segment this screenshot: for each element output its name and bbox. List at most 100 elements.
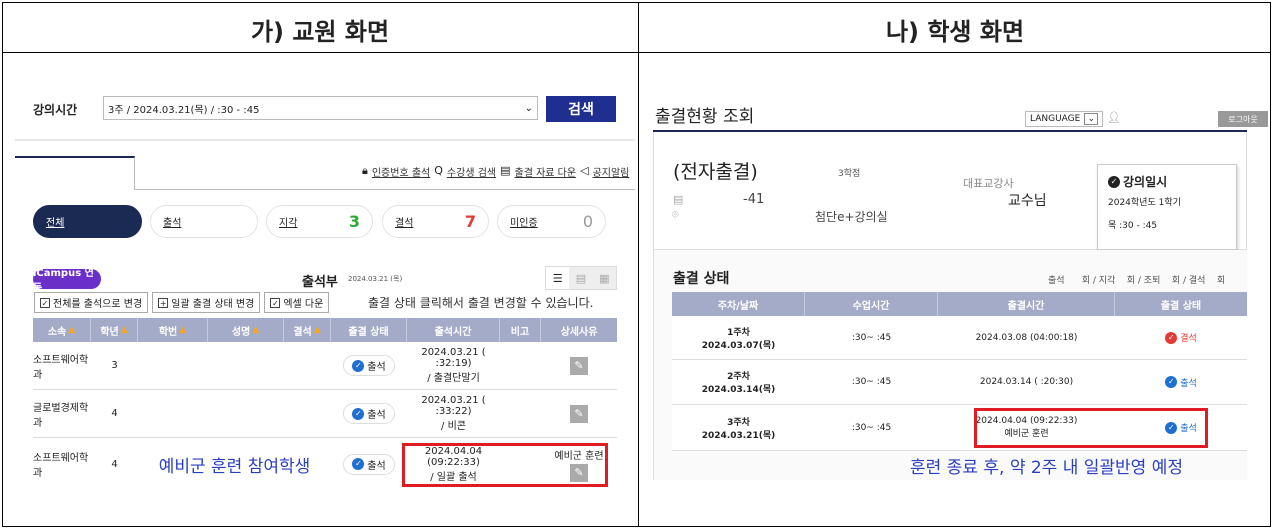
- table-row: 1주차 2024.03.07(목) :30~ :45 2024.03.08 (04…: [672, 316, 1247, 360]
- filter-label: 지각: [279, 218, 298, 229]
- check-circle-icon: ✓: [1165, 331, 1178, 344]
- col-absence[interactable]: 결석 ▲: [284, 318, 331, 342]
- notice-link[interactable]: 공지알림: [593, 164, 630, 179]
- time-cell: 2024.03.21 ( :32:19): [421, 347, 486, 369]
- table-header: 주차/날짜 수업시간 출결시간 출결 상태: [672, 292, 1247, 316]
- checkbox-icon: ✓: [270, 297, 281, 308]
- grade-cell: 4: [111, 408, 118, 419]
- class-time-cell: :30~ :45: [851, 422, 892, 433]
- speaker-icon: ◁: [580, 164, 589, 177]
- check-time-cell: 2024.03.08 (04:00:18): [975, 332, 1078, 343]
- search-label: 강의시간: [33, 103, 78, 117]
- grade-cell: 4: [111, 458, 118, 470]
- annotation-text: 훈련 종료 후, 약 2주 내 일괄반영 예정: [910, 458, 1184, 478]
- course-name: (전자출결): [673, 161, 758, 183]
- bulk-change-button[interactable]: + 일괄 출결 상태 변경: [152, 292, 261, 313]
- plus-icon: +: [158, 297, 169, 308]
- chevron-down-icon: ⌄: [1084, 113, 1098, 125]
- course-room: 첨단e+강의실: [815, 210, 888, 224]
- logout-button[interactable]: 로그아웃: [1218, 111, 1268, 127]
- location-icon: ⌾: [672, 208, 679, 221]
- course-credits: 3학점: [838, 169, 861, 179]
- button-label: 엑셀 다운: [283, 299, 324, 310]
- col-reason: 상세사유: [560, 326, 598, 338]
- download-link[interactable]: 출결 자료 다운: [515, 164, 577, 179]
- divider: [15, 139, 635, 141]
- table-row: 글로벌경제학과 4 ✓ 출석 2024.03.21 ( :33:22) / 비콘 ✎: [33, 390, 617, 438]
- chevron-down-icon: ⌄: [524, 102, 533, 114]
- instructor-label: 대표교강사: [963, 177, 1014, 190]
- col-check-time: 출결시간: [938, 292, 1115, 316]
- annotation-text: 예비군 훈련 참여학생: [158, 456, 311, 477]
- search-button[interactable]: 검색: [546, 96, 616, 122]
- auth-code-link[interactable]: 인증번호 출석: [372, 164, 430, 179]
- attendance-summary: 출석 회 / 지각 회 / 조퇴 회 / 결석 회: [1048, 276, 1226, 286]
- language-select[interactable]: LANGUAGE ⌄: [1025, 111, 1103, 127]
- filter-late[interactable]: 지각 3: [266, 205, 373, 238]
- language-value: LANGUAGE: [1030, 114, 1081, 124]
- filter-all[interactable]: 전체: [33, 205, 142, 238]
- dept-cell: 글로벌경제학과: [33, 402, 89, 429]
- col-status: 출결 상태: [1160, 300, 1202, 312]
- highlight-box: [402, 443, 608, 487]
- filter-label: 결석: [395, 218, 414, 229]
- set-all-present-button[interactable]: ✓ 전체를 출석으로 변경: [34, 292, 149, 313]
- schedule-time: 목 :30 - :45: [1108, 221, 1158, 231]
- col-remark: 비고: [500, 318, 541, 342]
- col-dept[interactable]: 소속 ▲: [33, 318, 91, 342]
- filter-absent[interactable]: 결석 7: [382, 205, 489, 238]
- absent-count: 7: [464, 212, 476, 231]
- pencil-icon[interactable]: ✎: [570, 356, 588, 375]
- filter-unverified[interactable]: 미인증 0: [497, 205, 606, 238]
- check-circle-icon: ✓: [1108, 175, 1120, 188]
- col-class-time: 수업시간: [805, 292, 938, 316]
- action-bar: ✓ 전체를 출석으로 변경 + 일괄 출결 상태 변경 ✓ 엑셀 다운: [34, 292, 330, 313]
- section-title: 출결 상태: [673, 271, 730, 287]
- table-row: 소프트웨어학과 3 ✓ 출석 2024.03.21 ( :32:19) / 출결단말…: [33, 342, 617, 390]
- view-toggle: ☰ ▤ ▦: [545, 266, 617, 290]
- table-row: 2주차 2024.03.14(목) :30~ :45 2024.03.14 ( :…: [672, 360, 1247, 405]
- left-panel-title: 가) 교원 화면: [250, 18, 390, 46]
- lecture-time-select[interactable]: 3주 / 2024.03.21(목) / :30 - :45 ⌄: [103, 96, 538, 120]
- divider: [2, 52, 1271, 53]
- check-circle-icon: ✓: [1165, 376, 1178, 388]
- sheet-title: 출석부: [302, 275, 338, 290]
- toolbar: 🔒︎ 인증번호 출석 Q 수강생 검색 ▤ 출결 자료 다운 ◁ 공지알림: [362, 164, 635, 179]
- hint-text: 출결 상태 클릭해서 출결 변경할 수 있습니다.: [368, 296, 594, 310]
- filter-present[interactable]: 출석: [150, 205, 258, 238]
- status-cell: 출석: [1180, 378, 1197, 389]
- icampus-button[interactable]: iCampus 연동: [33, 268, 101, 294]
- filter-label: 전체: [46, 218, 65, 229]
- instructor-name: 교수님: [1008, 193, 1047, 209]
- tab-active[interactable]: [15, 156, 135, 190]
- document-icon: ▤: [673, 193, 684, 206]
- lock-icon: 🔒︎: [362, 164, 368, 177]
- grade-cell: 3: [111, 360, 118, 371]
- user-icon[interactable]: 👤︎: [1107, 111, 1121, 124]
- status-button[interactable]: ✓ 출석: [343, 355, 395, 376]
- late-count: 3: [348, 212, 360, 231]
- grid-view-icon[interactable]: ▦: [593, 267, 616, 289]
- time-cell: 2024.03.21 ( :33:22): [421, 395, 486, 417]
- filter-label: 미인증: [510, 218, 538, 229]
- schedule-title: 강의일시: [1123, 175, 1168, 189]
- unverified-count: 0: [582, 212, 593, 231]
- col-id[interactable]: 학번 ▲: [138, 318, 208, 342]
- col-grade[interactable]: 학년 ▲: [91, 318, 138, 342]
- check-circle-icon: ✓: [352, 359, 365, 372]
- status-cell: 결석: [1180, 334, 1197, 344]
- col-name[interactable]: 성명 ▲: [208, 318, 284, 342]
- class-time-cell: :30~ :45: [851, 377, 892, 387]
- excel-download-button[interactable]: ✓ 엑셀 다운: [264, 292, 330, 313]
- dept-cell: 소프트웨어학과: [33, 453, 89, 479]
- student-search-link[interactable]: 수강생 검색: [447, 164, 496, 179]
- card-view-icon[interactable]: ▤: [569, 267, 592, 289]
- status-button[interactable]: ✓ 출석: [343, 453, 395, 475]
- lecture-time-value: 3주 / 2024.03.21(목) / :30 - :45: [108, 104, 260, 116]
- status-button[interactable]: ✓ 출석: [343, 403, 395, 424]
- sheet-date: 2024.03.21 (목): [348, 275, 403, 283]
- class-time-cell: :30~ :45: [851, 332, 892, 343]
- list-view-icon[interactable]: ☰: [546, 267, 570, 289]
- course-code: -41: [743, 192, 765, 207]
- pencil-icon[interactable]: ✎: [570, 404, 588, 423]
